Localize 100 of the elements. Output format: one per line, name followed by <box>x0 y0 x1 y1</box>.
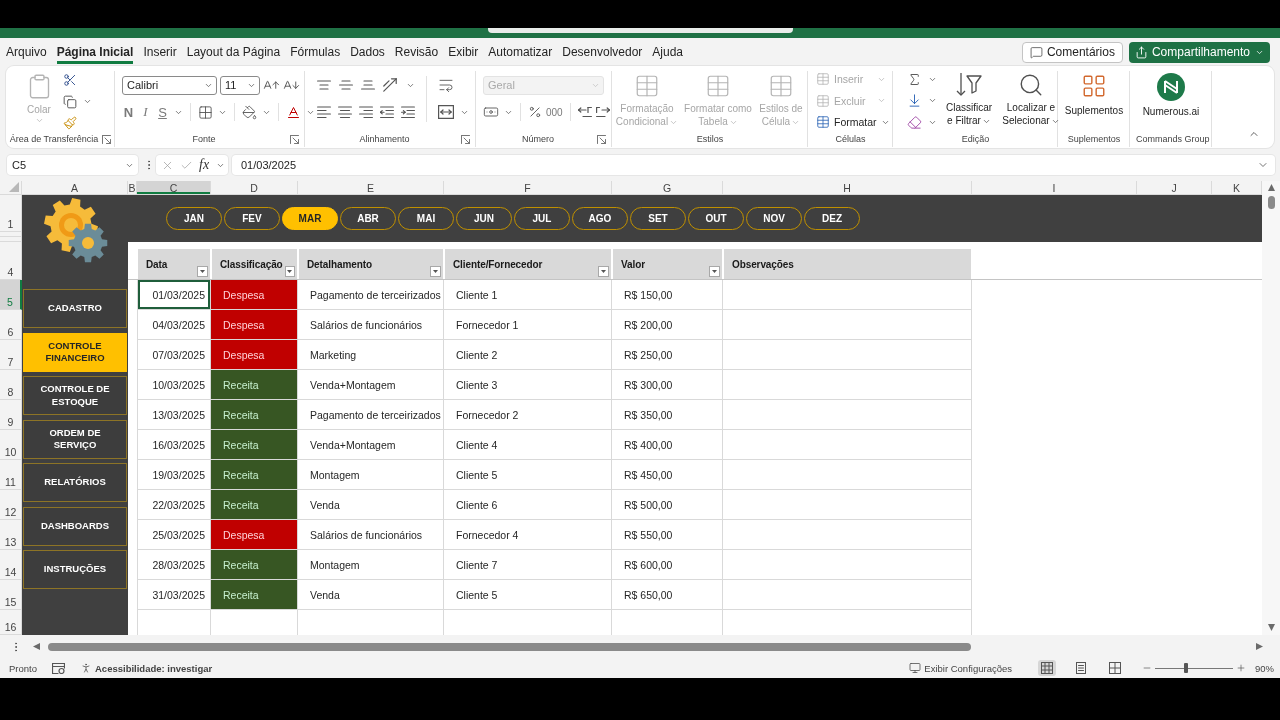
nav-button[interactable]: ORDEM DE SERVIÇO <box>23 419 127 459</box>
scroll-right-icon[interactable] <box>1256 643 1263 650</box>
filter-button[interactable] <box>284 266 295 277</box>
month-button[interactable]: JAN <box>166 207 222 230</box>
ribbon-tab[interactable]: Layout da Página <box>186 40 281 64</box>
row-header[interactable]: 4 <box>0 242 22 280</box>
caret-icon[interactable] <box>83 97 92 106</box>
numerous-button[interactable]: Numerous.ai <box>1133 72 1209 118</box>
month-button[interactable]: JUL <box>514 207 570 230</box>
formula-field[interactable]: 01/03/2025 <box>232 155 1275 175</box>
slanted-arrow-icon[interactable] <box>383 78 397 92</box>
comments-button[interactable]: Comentários <box>1021 41 1123 63</box>
arrow-down-icon[interactable] <box>907 93 922 108</box>
indent-increase-icon[interactable] <box>401 105 415 119</box>
scrollbar-thumb[interactable] <box>48 642 971 651</box>
align-left-icon[interactable] <box>317 105 331 119</box>
filter-button[interactable] <box>598 266 609 277</box>
ribbon-tab[interactable]: Desenvolvedor <box>562 40 643 64</box>
column-header[interactable]: F <box>444 181 612 195</box>
view-button[interactable] <box>1038 660 1056 676</box>
ribbon-tab[interactable]: Inserir <box>143 40 177 64</box>
name-box-field[interactable]: C5 <box>7 155 138 175</box>
ribbon-tab[interactable]: Automatizar <box>488 40 553 64</box>
ribbon-tab[interactable]: Ajuda <box>652 40 683 64</box>
scroll-up-icon[interactable] <box>1267 184 1275 191</box>
ribbon-tab[interactable]: Revisão <box>394 40 439 64</box>
wrap-text-icon[interactable] <box>438 77 454 93</box>
ribbon-tab[interactable]: Página Inicial <box>56 40 134 64</box>
column-header[interactable]: K <box>1212 181 1262 195</box>
align-center-icon[interactable] <box>338 105 352 119</box>
launcher-icon[interactable] <box>461 134 470 144</box>
eraser-icon[interactable] <box>907 114 922 130</box>
grid-icon[interactable] <box>198 104 213 120</box>
month-button[interactable]: DEZ <box>804 207 860 230</box>
column-header[interactable]: H <box>723 181 972 195</box>
row-header[interactable]: 16 <box>0 610 22 635</box>
month-button[interactable]: FEV <box>224 207 280 230</box>
filter-button[interactable] <box>197 266 208 277</box>
thousands-button[interactable]: 000 <box>546 106 563 118</box>
bold-button[interactable]: N <box>122 104 135 120</box>
row-header[interactable]: 11 <box>0 460 22 490</box>
row-header[interactable]: 15 <box>0 580 22 610</box>
ribbon-tab[interactable]: Dados <box>350 40 385 64</box>
month-button[interactable]: MAR <box>282 207 338 230</box>
column-header[interactable]: J <box>1137 181 1212 195</box>
nav-button[interactable]: CADASTRO <box>23 289 127 328</box>
slider-thumb[interactable] <box>1184 663 1189 673</box>
align-right-icon[interactable] <box>359 105 373 119</box>
row-header[interactable]: 12 <box>0 490 22 520</box>
nav-button[interactable]: CONTROLE FINANCEIRO <box>23 332 127 372</box>
sort-filter-button[interactable]: Classificar e Filtrar <box>943 71 995 127</box>
month-button[interactable]: ABR <box>340 207 396 230</box>
row-header[interactable]: 1 <box>0 195 22 232</box>
italic-button[interactable]: I <box>139 104 152 120</box>
column-header[interactable]: A <box>22 181 128 195</box>
addins-button[interactable]: Suplementos <box>1061 72 1127 117</box>
filter-button[interactable] <box>430 266 441 277</box>
nav-button[interactable]: DASHBOARDS <box>23 506 127 546</box>
font-size-select[interactable]: 11 <box>220 75 260 95</box>
month-button[interactable]: MAI <box>398 207 454 230</box>
nav-button[interactable]: INSTRUÇÕES <box>23 550 127 589</box>
row-header[interactable]: 14 <box>0 550 22 580</box>
row-header[interactable]: 5 <box>0 280 22 310</box>
launcher-icon[interactable] <box>102 134 111 144</box>
paintbrush-icon[interactable] <box>63 116 77 130</box>
row-header[interactable]: 10 <box>0 430 22 460</box>
ribbon-tab[interactable]: Arquivo <box>6 40 47 64</box>
row-header[interactable]: 8 <box>0 370 22 400</box>
nav-button[interactable]: RELATÓRIOS <box>23 463 127 502</box>
row-header[interactable]: 6 <box>0 310 22 340</box>
column-header[interactable]: G <box>612 181 723 195</box>
find-select-button[interactable]: Localizar e Selecionar <box>1001 71 1061 127</box>
insert-function-button[interactable]: fx <box>199 157 210 173</box>
ribbon-tab[interactable]: Exibir <box>448 40 479 64</box>
accessibility-status[interactable]: Acessibilidade: investigar <box>95 662 213 674</box>
indent-decrease-icon[interactable] <box>380 105 394 119</box>
ribbon-tab[interactable]: Fórmulas <box>290 40 341 64</box>
sigma-icon[interactable] <box>907 71 922 87</box>
launcher-icon[interactable] <box>597 134 606 144</box>
caret-icon[interactable] <box>928 96 937 105</box>
row-header[interactable]: 7 <box>0 340 22 370</box>
zoom-in-icon[interactable] <box>1236 663 1246 673</box>
format-button[interactable]: Formatar <box>816 114 886 130</box>
month-button[interactable]: OUT <box>688 207 744 230</box>
month-button[interactable]: NOV <box>746 207 802 230</box>
scroll-down-icon[interactable] <box>1267 624 1275 631</box>
copy-icon[interactable] <box>63 94 77 109</box>
search-field[interactable] <box>487 28 793 33</box>
month-button[interactable]: JUN <box>456 207 512 230</box>
nav-button[interactable]: CONTROLE DE ESTOQUE <box>23 376 127 415</box>
filter-button[interactable] <box>709 266 720 277</box>
scroll-left-icon[interactable] <box>33 643 40 650</box>
column-header[interactable]: I <box>972 181 1137 195</box>
scissors-icon[interactable] <box>63 73 77 87</box>
decrease-decimal-icon[interactable] <box>577 106 592 118</box>
increase-decimal-icon[interactable] <box>595 106 610 118</box>
row-header[interactable]: 13 <box>0 520 22 550</box>
column-header[interactable]: D <box>211 181 298 195</box>
percent-icon[interactable] <box>528 105 542 119</box>
month-button[interactable]: AGO <box>572 207 628 230</box>
